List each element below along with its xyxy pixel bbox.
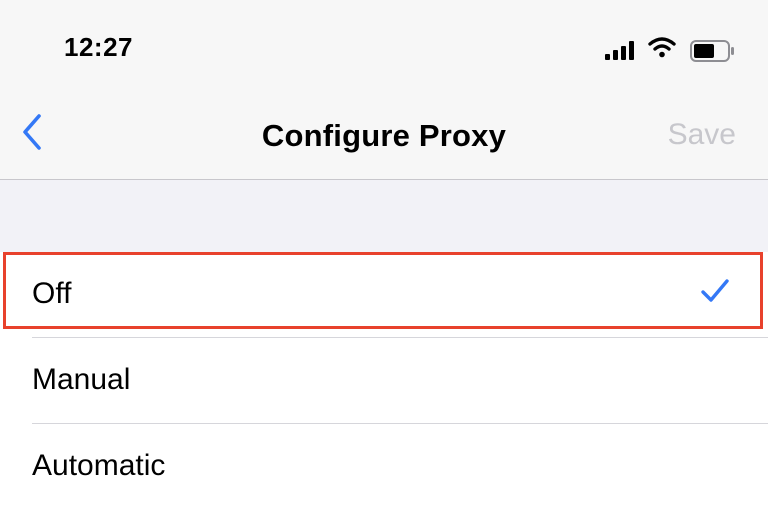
wifi-icon (648, 36, 676, 63)
proxy-options-list: Off Manual Automatic (0, 252, 768, 510)
status-icons (605, 36, 734, 63)
option-automatic[interactable]: Automatic (0, 424, 768, 510)
option-label: Manual (32, 363, 131, 396)
checkmark-icon (700, 278, 730, 309)
option-off[interactable]: Off (0, 252, 768, 338)
option-label: Automatic (32, 449, 166, 482)
battery-icon (690, 39, 734, 62)
status-bar: 12:27 (0, 0, 768, 90)
navigation-bar: Configure Proxy Save (0, 90, 768, 180)
save-button[interactable]: Save (668, 118, 736, 152)
cellular-signal-icon (605, 40, 634, 60)
option-label: Off (32, 277, 72, 310)
page-title: Configure Proxy (261, 118, 507, 153)
status-time: 12:27 (64, 32, 133, 62)
option-manual[interactable]: Manual (0, 338, 768, 424)
